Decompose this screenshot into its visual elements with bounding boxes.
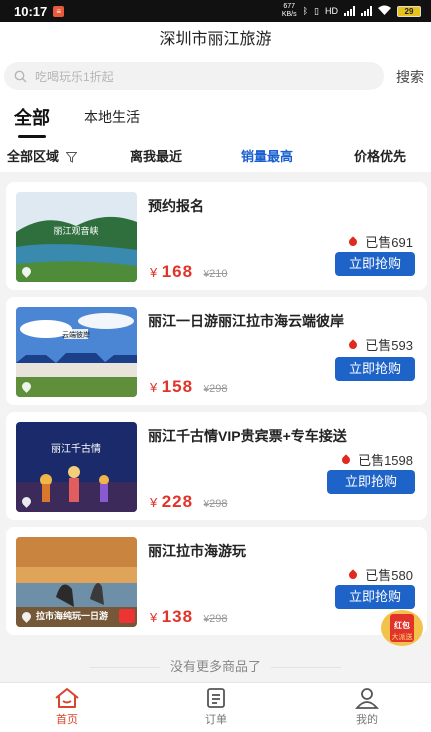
svg-text:丽江观音峡: 丽江观音峡 [53,225,98,237]
filter-funnel-icon [65,152,77,163]
hot-icon [340,453,352,466]
status-icons: 677 KB/s ᛒ ▯ HD 29 [282,3,421,19]
order-icon [207,688,225,708]
search-placeholder: 吃喝玩乐1折起 [35,69,114,84]
original-price: ¥298 [203,383,228,395]
product-image: 拉市海纯玩一日游 [16,537,137,627]
status-bar: 10:17 ≡ 677 KB/s ᛒ ▯ HD 29 [0,0,431,22]
product-card[interactable]: 拉市海纯玩一日游 丽江拉市海游玩 已售580 立即抢购 ¥ 138 ¥298 [6,527,427,635]
nav-order[interactable]: 订单 [186,687,246,727]
nav-mine[interactable]: 我的 [337,687,397,727]
original-price: ¥298 [203,613,228,625]
filter-best-selling[interactable]: 销量最高 [241,146,293,165]
battery-icon: 29 [397,5,421,17]
status-time: 10:17 [14,3,48,19]
product-card[interactable]: 丽江观音峡 预约报名 已售691 立即抢购 ¥ 168 ¥210 [6,182,427,290]
search-icon [14,70,27,82]
search-button[interactable]: 搜索 [396,67,424,87]
hot-icon [347,568,359,581]
search-input[interactable]: 吃喝玩乐1折起 [4,62,384,90]
product-card[interactable]: 丽江千古情 丽江千古情VIP贵宾票+专车接送 已售1598 立即抢购 ¥ 228… [6,412,427,520]
buy-now-button[interactable]: 立即抢购 [335,585,415,609]
signal-icon-2 [361,6,372,16]
original-price: ¥210 [203,268,228,280]
svg-text:云端彼岸: 云端彼岸 [62,330,90,339]
page-title: 深圳市丽江旅游 [0,22,431,58]
sold-count: 已售593 [347,335,413,354]
sold-count: 已售1598 [340,450,413,469]
svg-text:大派送: 大派送 [392,632,413,641]
product-title: 丽江拉市海游玩 [148,543,246,559]
product-title: 丽江千古情VIP贵宾票+专车接送 [148,428,347,444]
filter-nearest[interactable]: 离我最近 [130,146,182,165]
list-end-text: 没有更多商品了 [0,656,431,675]
product-price: ¥ 228 ¥298 [150,492,228,511]
sold-count: 已售691 [347,232,413,251]
buy-now-button[interactable]: 立即抢购 [335,357,415,381]
bluetooth-icon: ᛒ [302,6,309,16]
wifi-icon [378,5,391,17]
product-title: 丽江一日游丽江拉市海云端彼岸 [148,313,344,329]
filter-area[interactable]: 全部区域 [7,146,77,165]
user-icon [355,688,379,709]
bottom-nav: 首页 订单 我的 [0,682,431,732]
search-bar: 吃喝玩乐1折起 搜索 [0,58,431,96]
filter-price[interactable]: 价格优先 [354,146,406,165]
home-icon [55,688,79,708]
product-list: 丽江观音峡 预约报名 已售691 立即抢购 ¥ 168 ¥210 云端彼岸 丽江… [0,172,431,682]
sold-count: 已售580 [347,565,413,584]
red-envelope-badge[interactable]: 红包 大派送 [379,608,425,648]
buy-now-button[interactable]: 立即抢购 [327,470,415,494]
product-title: 预约报名 [148,198,204,214]
original-price: ¥298 [203,498,228,510]
product-card[interactable]: 云端彼岸 丽江一日游丽江拉市海云端彼岸 已售593 立即抢购 ¥ 158 ¥29… [6,297,427,405]
network-speed: 677 KB/s [281,3,297,18]
product-price: ¥ 158 ¥298 [150,377,228,396]
svg-text:红包: 红包 [394,620,410,630]
vibrate-icon: ▯ [314,5,319,16]
notification-icon: ≡ [53,5,65,17]
svg-text:丽江千古情: 丽江千古情 [51,442,101,455]
sort-filters: 全部区域 离我最近 销量最高 价格优先 [0,138,431,172]
hot-icon [347,338,359,351]
product-price: ¥ 138 ¥298 [150,607,228,626]
hot-icon [347,235,359,248]
category-tabs: 全部 本地生活 [0,96,431,138]
product-image: 丽江千古情 [16,422,137,512]
tab-all[interactable]: 全部 [14,104,50,138]
svg-text:拉市海纯玩一日游: 拉市海纯玩一日游 [36,610,108,622]
product-image: 丽江观音峡 [16,192,137,282]
tab-local-life[interactable]: 本地生活 [84,107,140,127]
product-price: ¥ 168 ¥210 [150,262,228,281]
signal-icon [344,6,355,16]
buy-now-button[interactable]: 立即抢购 [335,252,415,276]
product-image: 云端彼岸 [16,307,137,397]
network-type: HD [325,6,338,16]
nav-home[interactable]: 首页 [37,687,97,727]
